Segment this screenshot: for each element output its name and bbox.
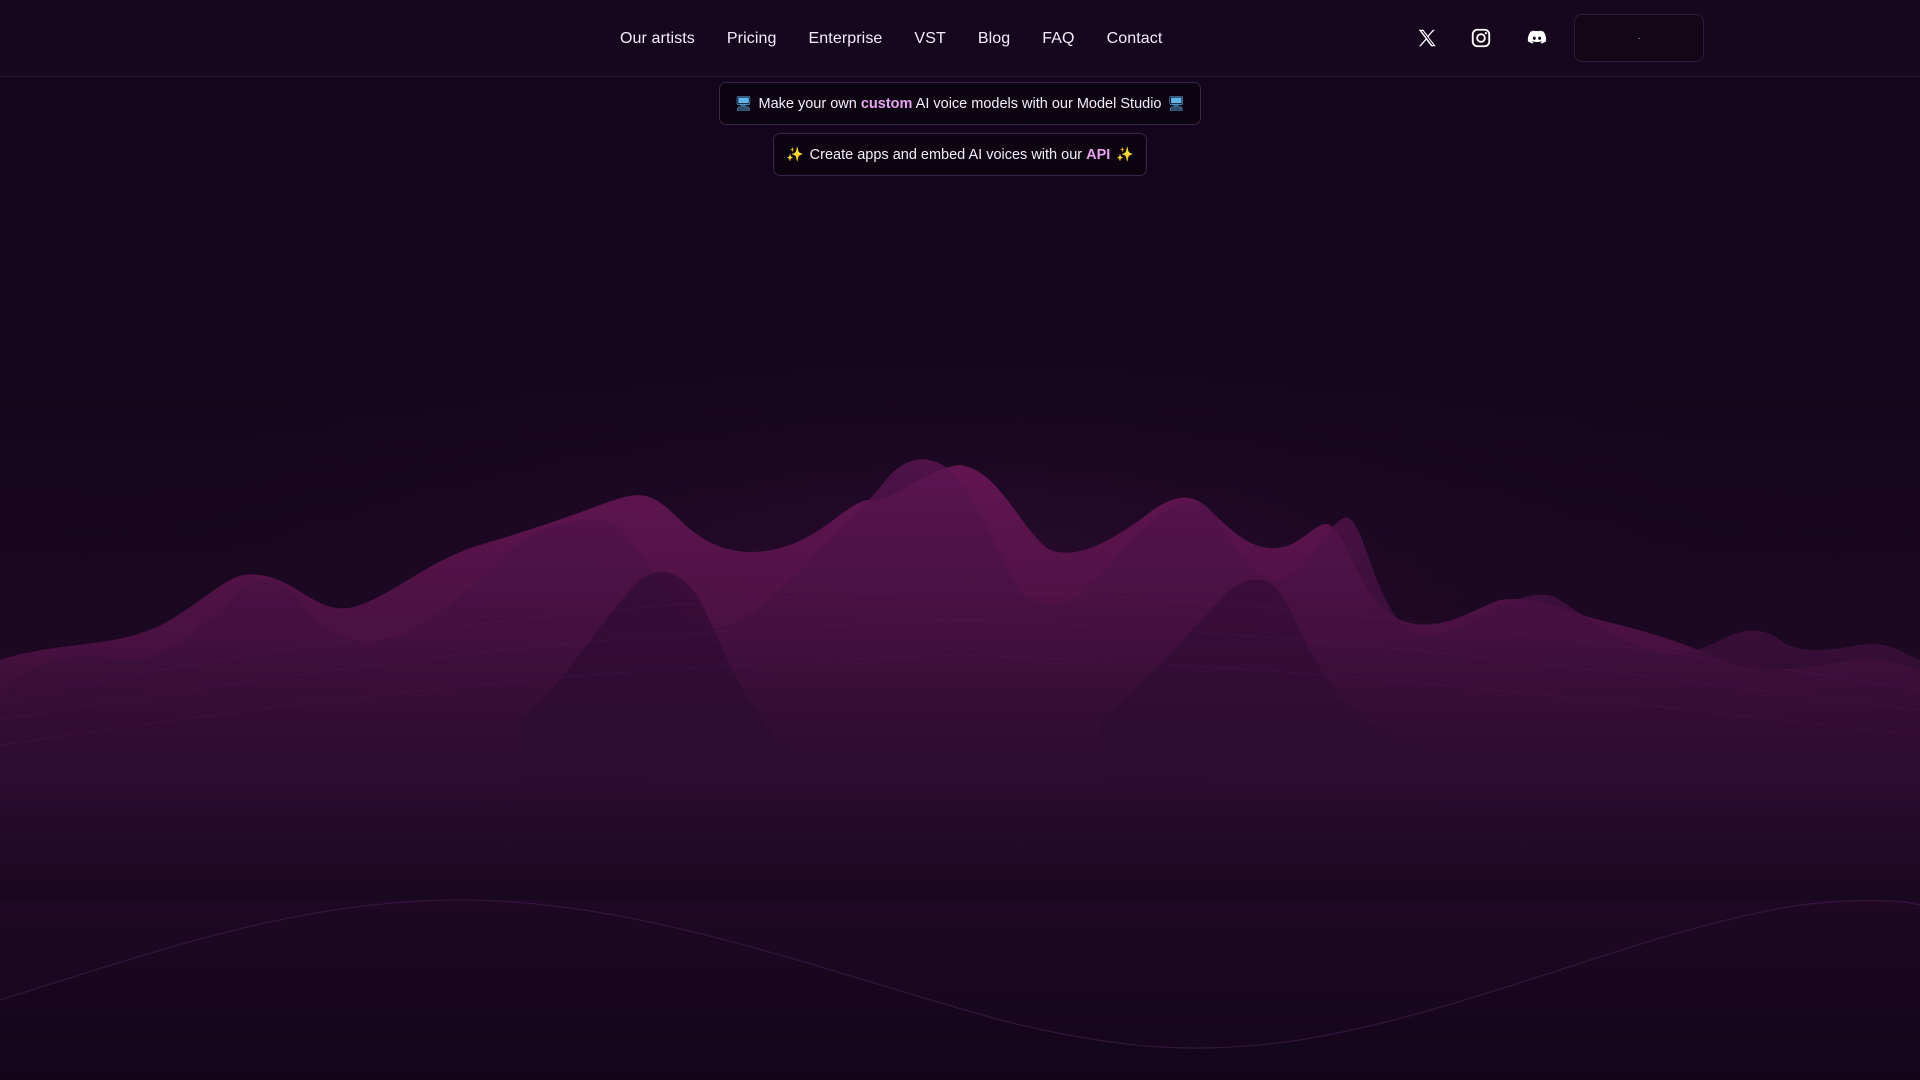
api-banner[interactable]: ✨ Create apps and embed AI voices with o… (773, 133, 1147, 176)
banner-suffix: AI voice models with our Model Studio (912, 95, 1162, 112)
banner-highlight: custom (860, 95, 913, 112)
banner-text: Make your own custom AI voice models wit… (759, 96, 1162, 112)
banner-prefix: Make your own (758, 95, 861, 112)
main-nav: Our artists Pricing Enterprise VST Blog … (620, 0, 1162, 77)
nav-link-contact[interactable]: Contact (1107, 30, 1163, 48)
nav-link-our-artists[interactable]: Our artists (620, 30, 695, 48)
nav-link-vst[interactable]: VST (914, 30, 945, 48)
monitor-icon: 🖥 (734, 95, 753, 112)
nav-link-blog[interactable]: Blog (978, 30, 1010, 48)
discord-icon[interactable] (1519, 20, 1555, 56)
sparkles-icon: ✨ (786, 146, 804, 163)
discord-logo-glyph (1527, 30, 1547, 44)
top-navbar: Our artists Pricing Enterprise VST Blog … (0, 0, 1920, 77)
x-icon[interactable] (1409, 20, 1445, 56)
nav-link-pricing[interactable]: Pricing (727, 30, 777, 48)
nav-link-enterprise[interactable]: Enterprise (809, 30, 883, 48)
sparkles-icon: ✨ (1116, 146, 1134, 163)
monitor-icon: 🖥 (1167, 95, 1186, 112)
instagram-logo-glyph (1471, 28, 1491, 48)
x-logo-glyph (1418, 29, 1436, 47)
nav-cta-label: · (1637, 32, 1641, 44)
instagram-icon[interactable] (1463, 20, 1499, 56)
model-studio-banner[interactable]: 🖥 Make your own custom AI voice models w… (719, 82, 1201, 125)
banner-prefix: Create apps and embed AI voices with our (809, 146, 1087, 163)
banner-highlight: API (1086, 146, 1111, 163)
banner-text: Create apps and embed AI voices with our… (810, 147, 1111, 163)
nav-link-faq[interactable]: FAQ (1042, 30, 1074, 48)
landing-page: Our artists Pricing Enterprise VST Blog … (0, 0, 1920, 1080)
nav-cta-button[interactable]: · (1574, 14, 1704, 62)
